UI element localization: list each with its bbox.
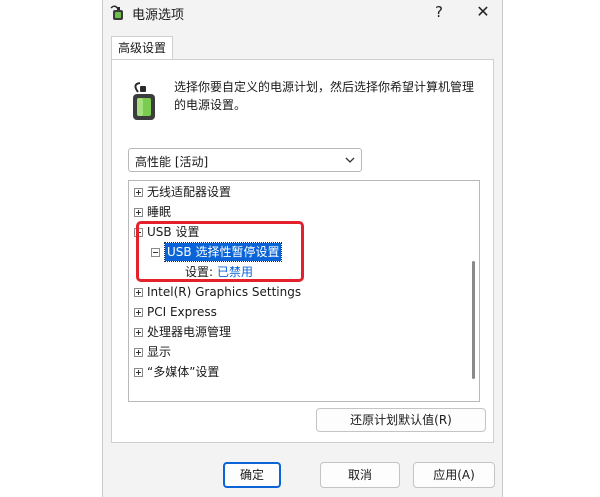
tree-item-label-selected: USB 选择性暂停设置 [163, 242, 283, 262]
power-plan-select[interactable]: 高性能 [活动] [128, 148, 362, 172]
tab-advanced-settings[interactable]: 高级设置 [111, 36, 173, 60]
tree-item-label: 睡眠 [147, 205, 172, 219]
advanced-settings-panel: 选择你要自定义的电源计划，然后选择你希望计算机管理的电源设置。 高性能 [活动]… [111, 59, 494, 443]
setting-value-link[interactable]: 已禁用 [217, 262, 253, 282]
expand-plus-icon[interactable] [134, 188, 143, 197]
background-right [503, 0, 600, 497]
power-options-dialog: 电源选项 ? ✕ 高级设置 选择你要自定义的电源计划，然后选择你希望计算机管理的… [102, 0, 503, 497]
title-bar: 电源选项 ? ✕ [103, 0, 502, 26]
tree-item-label: 显示 [147, 345, 172, 359]
tree-item-label: 处理器电源管理 [147, 325, 232, 339]
cancel-button[interactable]: 取消 [320, 462, 400, 488]
tree-item-label: “多媒体”设置 [147, 365, 220, 379]
tree-item-label: PCI Express [147, 305, 217, 319]
scrollbar-thumb[interactable] [472, 261, 475, 379]
power-battery-icon [110, 5, 123, 20]
expand-plus-icon[interactable] [134, 328, 143, 337]
expand-plus-icon[interactable] [134, 368, 143, 377]
window-title: 电源选项 [132, 8, 185, 23]
background-left [0, 0, 102, 497]
help-button[interactable]: ? [427, 1, 451, 23]
close-button[interactable]: ✕ [465, 1, 501, 23]
restore-defaults-button[interactable]: 还原计划默认值(R) [316, 408, 486, 432]
power-plan-select-value: 高性能 [活动] [135, 155, 209, 169]
setting-label: 设置: [185, 265, 214, 279]
collapse-minus-icon[interactable] [134, 228, 143, 237]
expand-plus-icon[interactable] [134, 208, 143, 217]
expand-plus-icon[interactable] [134, 348, 143, 357]
tree-item-label: USB 设置 [147, 225, 200, 239]
tree-item-label: 无线适配器设置 [147, 185, 232, 199]
collapse-minus-icon[interactable] [151, 248, 160, 257]
ok-button[interactable]: 确定 [223, 462, 281, 488]
expand-plus-icon[interactable] [134, 288, 143, 297]
tree-scrollbar[interactable] [467, 181, 479, 401]
apply-button[interactable]: 应用(A) [413, 462, 495, 488]
power-battery-icon [133, 82, 155, 120]
expand-plus-icon[interactable] [134, 308, 143, 317]
description-text: 选择你要自定义的电源计划，然后选择你希望计算机管理的电源设置。 [174, 80, 475, 112]
chevron-down-icon [345, 157, 355, 163]
tree-item-label: Intel(R) Graphics Settings [147, 285, 302, 299]
power-settings-tree: 无线适配器设置 睡眠 USB 设置 USB 选择性暂停设置 设置: 已禁用 In… [128, 180, 480, 402]
